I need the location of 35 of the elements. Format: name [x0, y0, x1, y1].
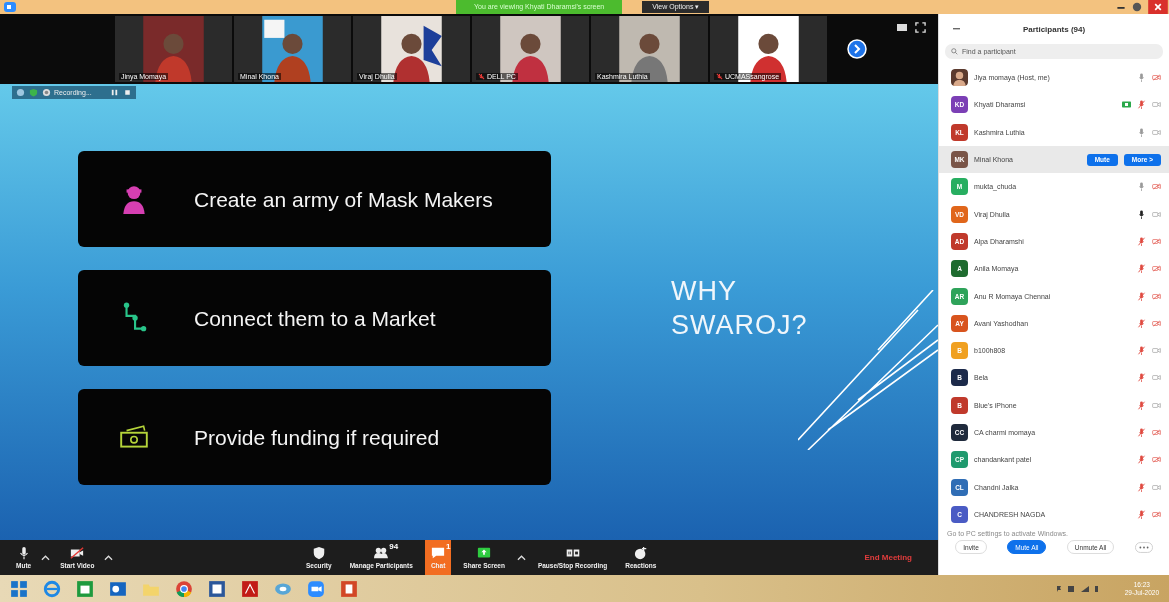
record-icon [42, 88, 51, 97]
chat-bubble-icon [431, 546, 446, 560]
caret-icon[interactable] [516, 554, 526, 561]
close-icon[interactable] [1147, 0, 1169, 14]
card-text: Create an army of Mask Makers [194, 186, 494, 213]
collapse-icon[interactable] [953, 27, 960, 31]
chrome-icon[interactable] [175, 579, 193, 598]
caret-icon[interactable] [41, 554, 51, 561]
slide-heading: WHY SWAROJ? [671, 275, 809, 342]
search-icon [951, 48, 958, 55]
mail-app-icon[interactable] [109, 579, 127, 598]
browser-icon[interactable] [43, 579, 61, 598]
panel-title: Participants (94) [1022, 24, 1086, 34]
count-label: 1 [446, 542, 451, 551]
pdf-icon[interactable] [241, 579, 259, 598]
document-app-icon[interactable] [208, 579, 226, 598]
share-screen-icon [477, 546, 492, 560]
shield-icon [311, 546, 326, 560]
card-text: Provide funding if required [194, 424, 441, 451]
fullscreen-icon[interactable] [915, 22, 926, 33]
count-label: 94 [389, 542, 399, 551]
camera-icon [4, 2, 16, 12]
avatar [951, 69, 968, 87]
end-meeting-button[interactable]: End Meeting [858, 540, 918, 575]
stop-icon[interactable] [122, 88, 132, 97]
info-icon[interactable] [16, 88, 25, 97]
card-text: Connect them to a Market [194, 305, 437, 332]
windows-start-icon[interactable] [10, 579, 28, 598]
caret-icon[interactable] [104, 554, 114, 561]
people-icon [374, 546, 389, 560]
video-off-icon [70, 546, 85, 560]
video-call-app-icon[interactable] [307, 579, 325, 598]
gallery-view-icon[interactable] [896, 22, 908, 32]
pause-icon[interactable] [109, 88, 119, 97]
slides-app-icon[interactable] [340, 579, 358, 598]
